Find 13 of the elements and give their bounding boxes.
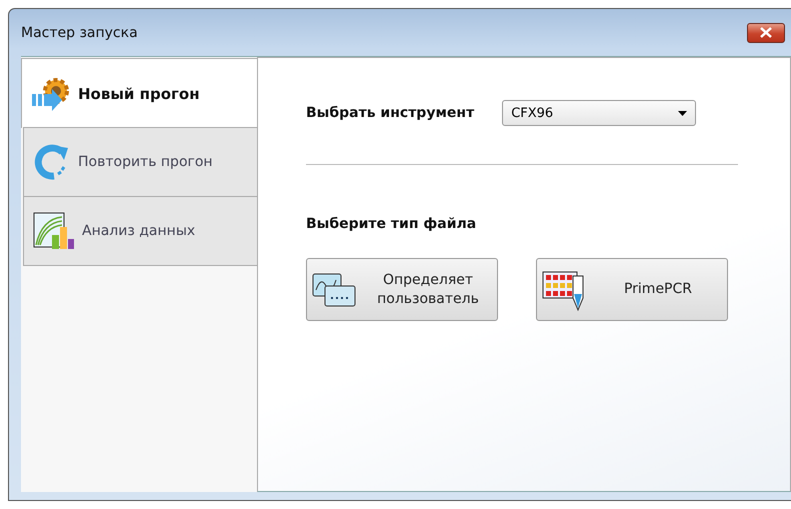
file-type-button[interactable]: Определяет пользователь	[306, 258, 498, 321]
nav-tab[interactable]: Повторить прогон	[23, 127, 257, 197]
file-type-button[interactable]: PrimePCR	[536, 258, 728, 321]
instrument-dropdown[interactable]: CFX96	[502, 100, 696, 126]
nav-tab[interactable]: Новый прогон	[21, 58, 257, 128]
close-icon	[760, 27, 772, 38]
nav-tab[interactable]: Анализ данных	[23, 196, 257, 266]
caret-icon	[678, 110, 688, 116]
chart-icon	[32, 211, 76, 251]
close-button[interactable]	[747, 22, 785, 42]
file-type-label: Выберите тип файла	[306, 216, 476, 232]
window-title: Мастер запуска	[21, 24, 138, 40]
instrument-label: Выбрать инструмент	[306, 105, 474, 121]
